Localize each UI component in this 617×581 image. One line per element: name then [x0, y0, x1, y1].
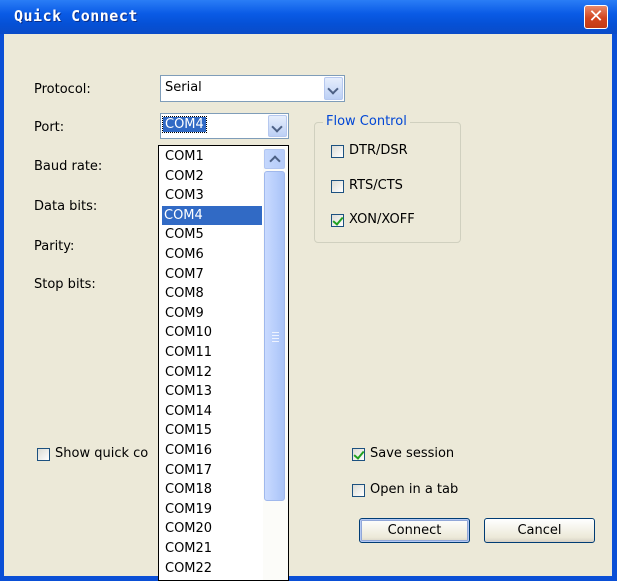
show-quick-connect-label[interactable]: Show quick co: [55, 446, 148, 461]
port-option[interactable]: COM15: [163, 421, 261, 440]
port-option[interactable]: COM20: [163, 519, 261, 538]
baud-rate-label: Baud rate:: [34, 159, 103, 174]
xon-xoff-label[interactable]: XON/XOFF: [349, 212, 415, 227]
window-title: Quick Connect: [14, 7, 138, 25]
scrollbar-thumb[interactable]: [264, 171, 285, 501]
save-session-checkbox[interactable]: [352, 448, 365, 461]
port-value: COM4: [162, 116, 207, 133]
show-quick-connect-checkbox[interactable]: [37, 448, 50, 461]
port-combobox[interactable]: COM4: [160, 113, 289, 139]
connect-button[interactable]: Connect: [359, 518, 470, 543]
port-option[interactable]: COM8: [163, 284, 261, 303]
port-option[interactable]: COM7: [163, 265, 261, 284]
port-option[interactable]: COM22: [163, 559, 261, 578]
cancel-button[interactable]: Cancel: [484, 518, 595, 543]
scrollbar-grip: [272, 332, 279, 333]
dropdown-scrollbar[interactable]: [263, 147, 288, 580]
port-option[interactable]: COM10: [163, 323, 261, 342]
scrollbar-grip: [272, 335, 279, 336]
port-option[interactable]: COM12: [163, 363, 261, 382]
protocol-value: Serial: [165, 80, 202, 95]
open-in-tab-label[interactable]: Open in a tab: [370, 482, 458, 497]
xon-xoff-checkbox[interactable]: [331, 214, 344, 227]
dialog-client-area: Protocol: Port: Baud rate: Data bits: Pa…: [4, 34, 612, 576]
protocol-combobox[interactable]: Serial: [160, 75, 345, 102]
save-session-label[interactable]: Save session: [370, 446, 454, 461]
close-button[interactable]: ✕: [584, 5, 608, 29]
port-option[interactable]: COM17: [163, 461, 261, 480]
stop-bits-label: Stop bits:: [34, 277, 96, 292]
dtr-dsr-checkbox[interactable]: [331, 145, 344, 158]
port-option[interactable]: COM16: [163, 441, 261, 460]
chevron-down-icon[interactable]: [268, 115, 287, 137]
quick-connect-window: Quick Connect ✕ Protocol: Port: Baud rat…: [0, 0, 617, 581]
port-option[interactable]: COM14: [163, 402, 261, 421]
port-option[interactable]: COM6: [163, 245, 261, 264]
port-option[interactable]: COM9: [163, 304, 261, 323]
port-option[interactable]: COM19: [163, 500, 261, 519]
port-option[interactable]: COM4: [162, 205, 262, 225]
port-label: Port:: [34, 120, 65, 135]
port-option[interactable]: COM1: [163, 147, 261, 166]
rts-cts-label[interactable]: RTS/CTS: [349, 178, 403, 193]
scrollbar-grip: [272, 338, 279, 339]
parity-label: Parity:: [34, 239, 75, 254]
port-option[interactable]: COM13: [163, 382, 261, 401]
chevron-up-icon[interactable]: [264, 149, 285, 169]
port-dropdown-list[interactable]: COM1 COM2 COM3 COM4 COM5 COM6 COM7 COM8 COM9 COM1…: [158, 145, 289, 581]
port-option[interactable]: COM11: [163, 343, 261, 362]
chevron-down-icon[interactable]: [324, 77, 343, 100]
protocol-label: Protocol:: [34, 82, 91, 97]
open-in-tab-checkbox[interactable]: [352, 484, 365, 497]
close-icon: ✕: [588, 6, 604, 27]
flow-control-title: Flow Control: [323, 114, 410, 129]
scrollbar-grip: [272, 341, 279, 342]
port-option[interactable]: COM21: [163, 539, 261, 558]
dtr-dsr-label[interactable]: DTR/DSR: [349, 143, 408, 158]
port-option[interactable]: COM5: [163, 225, 261, 244]
port-option[interactable]: COM18: [163, 480, 261, 499]
data-bits-label: Data bits:: [34, 199, 98, 214]
port-option[interactable]: COM2: [163, 167, 261, 186]
title-bar[interactable]: Quick Connect ✕: [0, 0, 617, 34]
rts-cts-checkbox[interactable]: [331, 180, 344, 193]
port-option[interactable]: COM3: [163, 186, 261, 205]
